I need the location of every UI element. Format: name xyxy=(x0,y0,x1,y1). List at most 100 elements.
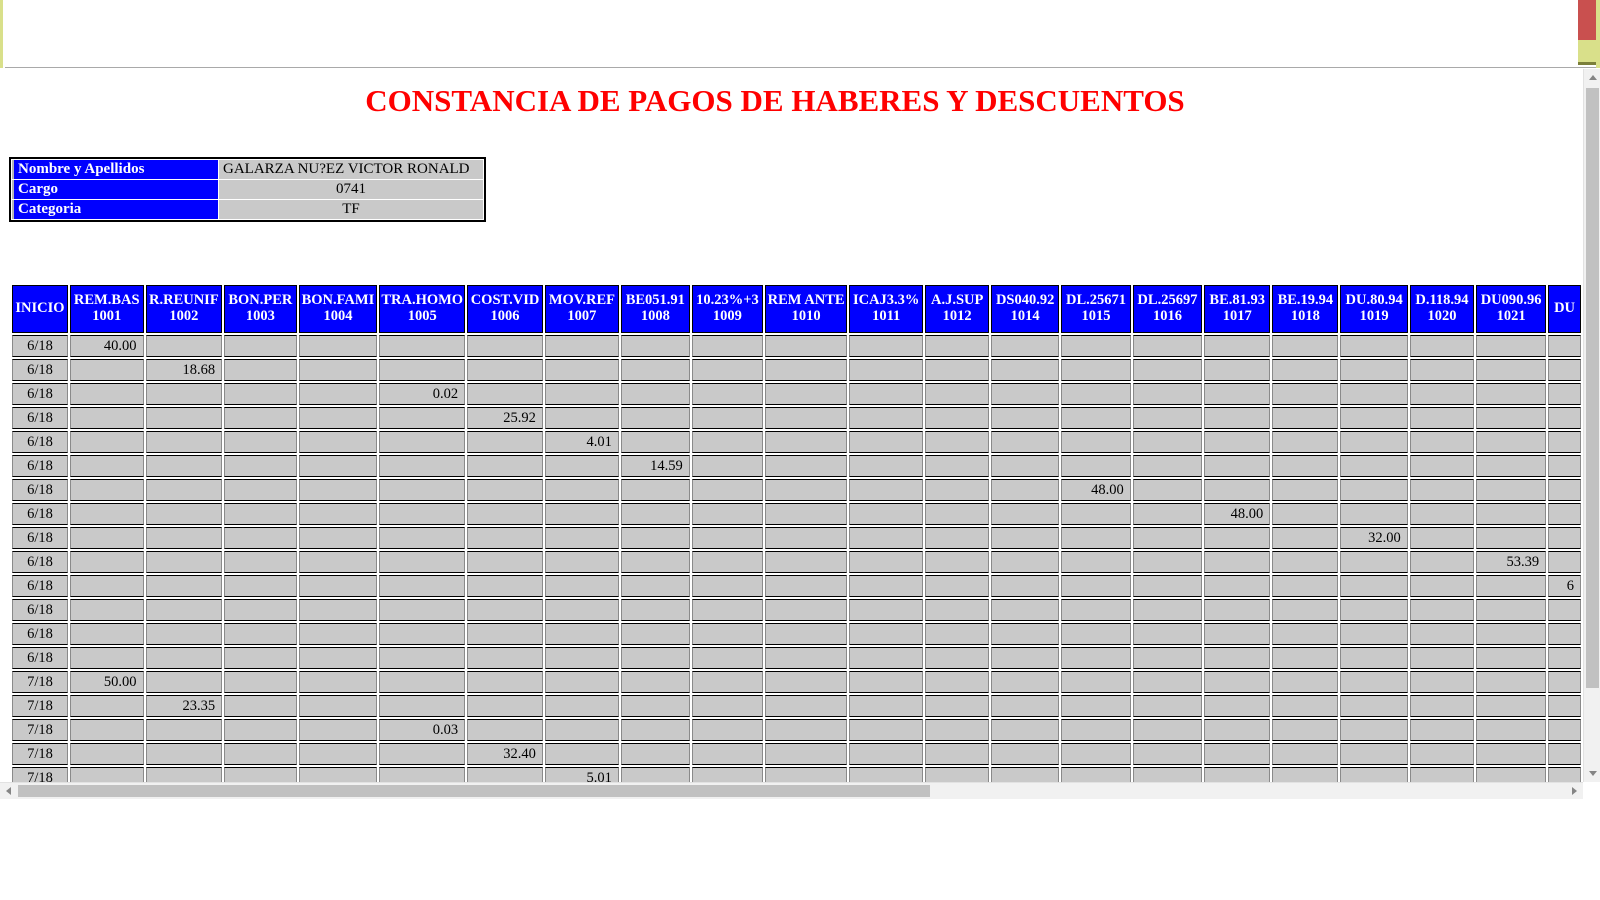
vertical-scrollbar[interactable] xyxy=(1583,69,1600,782)
scroll-left-arrow-icon[interactable] xyxy=(0,783,17,799)
cell-value xyxy=(691,695,764,717)
cell-value xyxy=(925,575,990,597)
cell-value xyxy=(1548,431,1581,453)
cell-value xyxy=(298,455,378,477)
cell-value: 48.00 xyxy=(1061,479,1131,501)
cell-value xyxy=(691,479,764,501)
cell-value xyxy=(991,671,1060,693)
cell-value xyxy=(620,695,690,717)
cell-value xyxy=(1409,527,1475,549)
column-code: DS040.92 xyxy=(995,292,1055,309)
cell-value xyxy=(467,671,543,693)
cell-value xyxy=(925,335,990,357)
cell-value xyxy=(1061,575,1131,597)
scroll-up-arrow-icon[interactable] xyxy=(1584,69,1600,86)
cell-value xyxy=(1476,407,1547,429)
column-number: 1021 xyxy=(1496,308,1526,324)
cell-value xyxy=(1132,359,1203,381)
cell-value xyxy=(467,431,543,453)
cell-value xyxy=(765,647,848,669)
cell-value xyxy=(224,695,297,717)
column-header-dl25697: DL.25697 1016 xyxy=(1132,285,1203,333)
cell-value xyxy=(1476,503,1547,525)
cell-value: 32.40 xyxy=(467,743,543,765)
info-label: Nombre y Apellidos xyxy=(12,160,218,179)
cell-value xyxy=(145,527,223,549)
cell-value xyxy=(298,479,378,501)
cell-value xyxy=(224,671,297,693)
column-header-rreunif: R.REUNIF 1002 xyxy=(145,285,223,333)
cell-value xyxy=(145,455,223,477)
cell-value xyxy=(69,503,144,525)
cell-value xyxy=(925,647,990,669)
cell-value xyxy=(1409,407,1475,429)
horizontal-scrollbar[interactable] xyxy=(0,782,1583,799)
cell-value xyxy=(1272,383,1339,405)
column-header-bonfami: BON.FAMI 1004 xyxy=(298,285,378,333)
cell-value xyxy=(1476,695,1547,717)
cell-value xyxy=(1409,743,1475,765)
scroll-right-arrow-icon[interactable] xyxy=(1566,783,1583,799)
cell-value xyxy=(379,671,466,693)
cell-value xyxy=(620,359,690,381)
cell-value xyxy=(1272,719,1339,741)
cell-value xyxy=(691,383,764,405)
column-header-10233: 10.23%+3 1009 xyxy=(691,285,764,333)
cell-value xyxy=(1204,527,1271,549)
cell-value xyxy=(1548,479,1581,501)
cell-value xyxy=(1204,623,1271,645)
horizontal-scrollbar-thumb[interactable] xyxy=(18,785,930,797)
vertical-scrollbar-thumb[interactable] xyxy=(1586,88,1599,688)
cell-value xyxy=(1132,695,1203,717)
cell-value xyxy=(925,551,990,573)
cell-value xyxy=(1272,431,1339,453)
table-row: 6/18 48.00 xyxy=(12,503,1581,525)
corner-red-block xyxy=(1578,0,1596,40)
column-header-du09096: DU090.96 1021 xyxy=(1476,285,1547,333)
cell-value xyxy=(1548,671,1581,693)
cell-value xyxy=(145,719,223,741)
cell-value xyxy=(544,599,619,621)
cell-value xyxy=(224,407,297,429)
cell-value xyxy=(765,695,848,717)
column-header-be1994: BE.19.94 1018 xyxy=(1272,285,1339,333)
cell-value xyxy=(379,359,466,381)
cell-value xyxy=(69,407,144,429)
cell-value xyxy=(467,575,543,597)
cell-value: 32.00 xyxy=(1340,527,1408,549)
cell-value xyxy=(1340,575,1408,597)
column-number: 1014 xyxy=(1010,308,1040,324)
cell-value xyxy=(467,479,543,501)
cell-value xyxy=(1272,527,1339,549)
scroll-down-arrow-icon[interactable] xyxy=(1584,765,1600,782)
cell-value xyxy=(1061,743,1131,765)
column-code: BE.19.94 xyxy=(1277,292,1334,309)
cell-value: 14.59 xyxy=(620,455,690,477)
cell-value: 48.00 xyxy=(1204,503,1271,525)
column-header-movref: MOV.REF 1007 xyxy=(544,285,619,333)
cell-value xyxy=(1409,671,1475,693)
cell-value xyxy=(991,359,1060,381)
column-number: 1009 xyxy=(712,308,742,324)
cell-value xyxy=(544,455,619,477)
cell-value xyxy=(691,335,764,357)
cell-value xyxy=(145,479,223,501)
cell-value xyxy=(145,503,223,525)
cell-value xyxy=(544,335,619,357)
info-row: Categoria TF xyxy=(12,200,483,219)
cell-value xyxy=(991,407,1060,429)
cell-value xyxy=(1204,695,1271,717)
cell-value xyxy=(991,575,1060,597)
cell-value xyxy=(1476,767,1547,782)
cell-value xyxy=(765,527,848,549)
cell-inicio: 6/18 xyxy=(12,575,68,597)
cell-value xyxy=(1272,407,1339,429)
cell-value xyxy=(1132,527,1203,549)
cell-inicio: 7/18 xyxy=(12,719,68,741)
cell-value xyxy=(691,431,764,453)
table-row: 7/18 5.01 xyxy=(12,767,1581,782)
table-row: 6/18 25.92 xyxy=(12,407,1581,429)
cell-value xyxy=(1061,359,1131,381)
cell-inicio: 6/18 xyxy=(12,623,68,645)
column-code: REM ANTE xyxy=(767,292,845,309)
